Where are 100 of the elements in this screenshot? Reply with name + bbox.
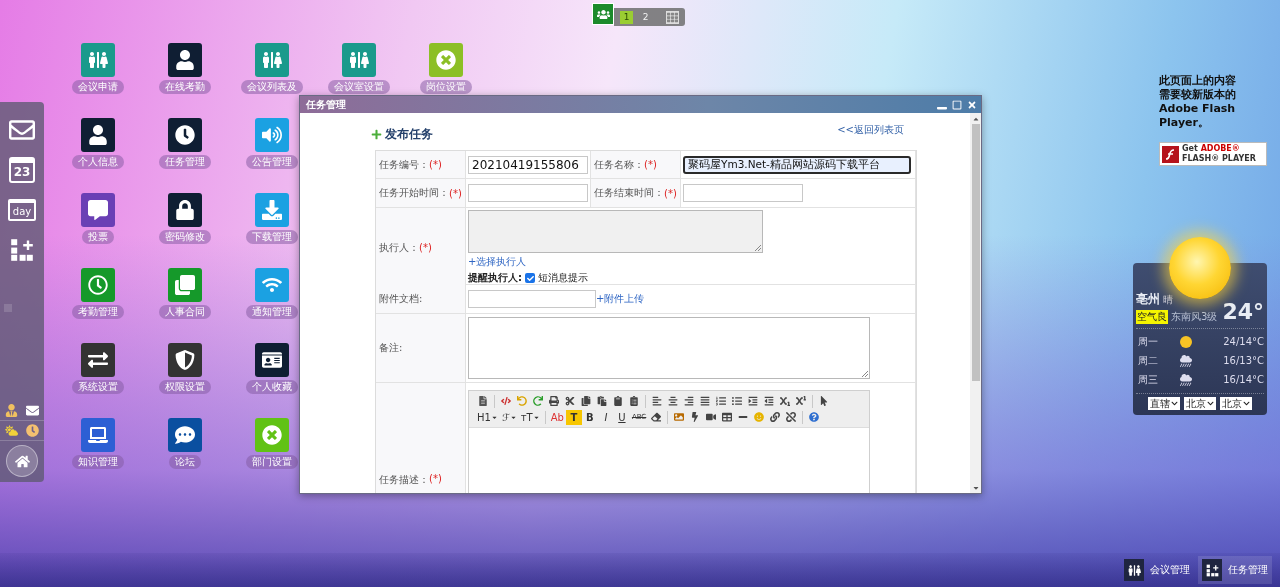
app-tile[interactable] (80, 118, 115, 152)
app-label[interactable]: 会议室设置 (327, 80, 390, 94)
printer-icon (549, 396, 559, 406)
forecast-day: 周一 (1138, 334, 1158, 349)
app-tile[interactable] (254, 118, 289, 152)
format-button[interactable]: T (565, 409, 582, 425)
app-label[interactable]: 通知管理 (245, 305, 298, 319)
message-button[interactable] (26, 404, 39, 417)
resize-grip-icon[interactable] (862, 371, 868, 377)
app-tile[interactable] (80, 268, 115, 302)
app-label[interactable]: 会议申请 (71, 80, 124, 94)
align-right-icon (684, 396, 694, 406)
app-tile[interactable] (254, 268, 289, 302)
field-label: 附件文档: (379, 292, 423, 306)
app-tile[interactable] (167, 118, 202, 152)
format-button[interactable]: Ab (548, 409, 566, 425)
page-button[interactable]: 2 (639, 10, 652, 24)
outdent-icon (764, 396, 774, 406)
clock-button[interactable] (26, 424, 39, 437)
app-tile[interactable] (167, 193, 202, 227)
app-label[interactable]: 知识管理 (71, 455, 124, 469)
app-label[interactable]: 论坛 (168, 455, 201, 469)
format-button[interactable]: I (597, 409, 614, 425)
app-label[interactable]: 公告管理 (245, 155, 298, 169)
weather-button[interactable] (5, 424, 18, 437)
app-tile[interactable] (254, 193, 289, 227)
close-button[interactable] (967, 99, 977, 110)
printer-button[interactable] (546, 393, 562, 409)
user-button[interactable] (5, 404, 18, 417)
app-tile[interactable] (80, 343, 115, 377)
format-button[interactable]: U (613, 409, 630, 425)
page-button[interactable]: 1 (620, 10, 633, 24)
attachment-field[interactable] (468, 290, 596, 308)
app-tile[interactable] (167, 343, 202, 377)
get-flash-button[interactable]: Get ADOBE® FLASH® PLAYER (1159, 142, 1267, 166)
app-tile[interactable] (428, 43, 463, 77)
app-label[interactable]: 在线考勤 (158, 80, 211, 94)
text-field[interactable] (683, 184, 803, 202)
people-icon[interactable] (592, 3, 614, 25)
required-mark: (*) (664, 187, 677, 199)
day-view-button[interactable]: day (8, 199, 36, 221)
app-label[interactable]: 密码修改 (158, 230, 211, 244)
badge-text: Get ADOBE® (1182, 144, 1241, 154)
app-tile[interactable] (254, 418, 289, 452)
app-label[interactable]: 人事合同 (158, 305, 211, 319)
speaker-icon (261, 125, 282, 145)
copy-icon (581, 396, 591, 406)
app-label[interactable]: 任务管理 (158, 155, 211, 169)
app-label[interactable]: 个人信息 (71, 155, 124, 169)
upload-link[interactable]: +附件上传 (596, 292, 645, 306)
shield-icon (174, 350, 195, 370)
format-dropdown[interactable]: H1 (475, 409, 500, 425)
format-dropdown[interactable]: тT (518, 409, 542, 425)
app-label[interactable]: 考勤管理 (71, 305, 124, 319)
video-icon (706, 412, 717, 422)
app-tile[interactable] (167, 43, 202, 77)
app-label[interactable]: 权限设置 (158, 380, 211, 394)
app-tile[interactable] (80, 43, 115, 77)
app-tile[interactable] (80, 193, 115, 227)
calendar-button[interactable]: 23 (9, 157, 35, 183)
region-select[interactable]: 北京 (1184, 397, 1216, 410)
notes-field[interactable] (468, 317, 870, 379)
app-tile[interactable] (80, 418, 115, 452)
app-label[interactable]: 部门设置 (245, 455, 298, 469)
text-field[interactable]: 20210419155806 (468, 155, 588, 174)
app-label[interactable]: 系统设置 (71, 380, 124, 394)
format-dropdown[interactable]: ℱ (499, 409, 519, 425)
required-mark: (*) (419, 242, 432, 253)
taskbar-item[interactable]: 任务管理 (1198, 556, 1272, 584)
region-select[interactable]: 直辖 (1148, 397, 1180, 410)
maximize-button[interactable] (952, 99, 962, 110)
text-field[interactable] (468, 184, 588, 202)
lock-icon (174, 200, 195, 220)
text-field[interactable]: 聚码屋Ym3.Net-精品网站源码下载平台 (683, 155, 911, 174)
format-button[interactable]: B (581, 409, 598, 425)
two-figures-icon (1127, 563, 1141, 577)
app-tile[interactable] (167, 418, 202, 452)
app-label[interactable]: 下载管理 (245, 230, 298, 244)
page-heading: 发布任务 (385, 125, 433, 143)
dock-handle[interactable] (4, 304, 12, 312)
app-label[interactable]: 个人收藏 (245, 380, 298, 394)
taskbar-item[interactable]: 会议管理 (1120, 556, 1194, 584)
grid-view-button[interactable] (666, 10, 679, 24)
field-label: 备注: (379, 341, 403, 355)
app-label[interactable]: 会议列表及 (240, 80, 303, 94)
link-icon (770, 412, 781, 422)
home-button[interactable] (6, 445, 38, 477)
scrollbar[interactable] (970, 113, 981, 493)
chevron-down-icon (1171, 400, 1178, 407)
app-tile[interactable] (254, 343, 289, 377)
app-tile[interactable] (167, 268, 202, 302)
scrollbar-thumb[interactable] (971, 124, 980, 381)
required-mark: (*) (449, 187, 462, 199)
app-label[interactable]: 投票 (81, 230, 114, 244)
app-tile[interactable] (254, 43, 289, 77)
region-select[interactable]: 北京 (1220, 397, 1252, 410)
pointer-icon (819, 396, 829, 406)
app-tile[interactable] (341, 43, 376, 77)
rain-cloud-icon (1180, 354, 1192, 367)
back-link[interactable]: <<返回列表页 (837, 123, 904, 137)
